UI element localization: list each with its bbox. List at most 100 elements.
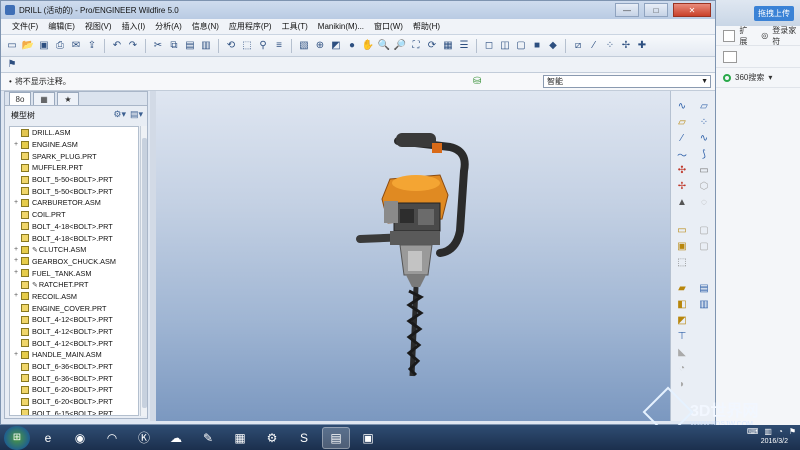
browser-row-360[interactable]: 360搜索 ▾ [715, 68, 800, 88]
layers-icon[interactable]: ☰ [457, 39, 471, 53]
tree-node[interactable]: + ✎ CLUTCH.ASM [10, 244, 138, 256]
tree-node[interactable]: + RECOIL.ASM [10, 291, 138, 303]
pattern-icon[interactable]: ⊤ [675, 329, 689, 343]
note-icon[interactable]: ▲ [675, 195, 689, 209]
skeleton-icon[interactable]: ⬚ [675, 255, 689, 269]
expand-icon[interactable]: + [12, 292, 20, 300]
360-browser-icon[interactable]: ◉ [66, 427, 94, 449]
tree-node[interactable]: BOLT_4-12<BOLT>.PRT [10, 337, 138, 349]
cosmetic-icon[interactable]: ⬡ [697, 179, 711, 193]
regenerate-icon[interactable]: ⟲ [224, 39, 238, 53]
tree-node[interactable]: BOLT_6-36<BOLT>.PRT [10, 361, 138, 373]
wifi-app-icon[interactable]: ◠ [98, 427, 126, 449]
plane-icon[interactable]: ▱ [675, 115, 689, 129]
redo-icon[interactable]: ↷ [126, 39, 140, 53]
refit-icon[interactable]: ⛶ [409, 39, 423, 53]
green-app-icon[interactable]: ▣ [354, 427, 382, 449]
tree-node[interactable]: BOLT_6-15<BOLT>.PRT [10, 408, 138, 415]
close-button[interactable]: ✕ [673, 3, 711, 17]
datum-plane-icon[interactable]: ▱ [697, 99, 711, 113]
ie-icon[interactable]: e [34, 427, 62, 449]
menu-view[interactable]: 视图(V) [80, 21, 117, 32]
saved-views-icon[interactable]: ▦ [441, 39, 455, 53]
menu-file[interactable]: 文件(F) [7, 21, 43, 32]
media-app-icon[interactable]: ▦ [226, 427, 254, 449]
hidden-line-icon[interactable]: ◫ [498, 39, 512, 53]
start-button[interactable]: ⊞ [4, 425, 30, 450]
tree-node[interactable]: + GEARBOX_CHUCK.ASM [10, 256, 138, 268]
menu-tools[interactable]: 工具(T) [277, 21, 313, 32]
find-icon[interactable]: ⚲ [256, 39, 270, 53]
paste-special-icon[interactable]: ▥ [199, 39, 213, 53]
tree-node[interactable]: DRILL.ASM [10, 127, 138, 139]
explorer-icon[interactable]: ▤ [322, 426, 350, 449]
email-icon[interactable]: ✉ [69, 39, 83, 53]
open-folder-icon[interactable]: 📂 [21, 39, 35, 53]
tree-node[interactable]: ENGINE_COVER.PRT [10, 302, 138, 314]
tree-node[interactable]: BOLT_6-20<BOLT>.PRT [10, 396, 138, 408]
expand-icon[interactable]: + [12, 141, 20, 149]
tree-node[interactable]: COIL.PRT [10, 209, 138, 221]
new-file-icon[interactable]: ▭ [5, 39, 19, 53]
upload-button[interactable]: 拖拽上传 [754, 5, 794, 21]
annotations-icon[interactable]: ✚ [635, 39, 649, 53]
send-icon[interactable]: ⇪ [85, 39, 99, 53]
drill-model[interactable] [150, 91, 670, 421]
menu-manikin[interactable]: Manikin(M)... [313, 22, 369, 31]
show-icon[interactable]: ▤▾ [130, 109, 143, 120]
draft-icon[interactable]: ▥ [697, 297, 711, 311]
undo-icon[interactable]: ↶ [110, 39, 124, 53]
tree-node[interactable]: BOLT_4-18<BOLT>.PRT [10, 232, 138, 244]
settings-icon[interactable]: ⚙▾ [113, 109, 126, 120]
expand-icon[interactable]: + [12, 257, 20, 265]
menu-analysis[interactable]: 分析(A) [150, 21, 187, 32]
datum-points-icon[interactable]: ⁘ [603, 39, 617, 53]
datum-planes-icon[interactable]: ⧄ [571, 39, 585, 53]
manikin-icon[interactable]: ⚑ [5, 58, 19, 72]
tree-node[interactable]: BOLT_4-18<BOLT>.PRT [10, 221, 138, 233]
tree-node[interactable]: + FUEL_TANK.ASM [10, 267, 138, 279]
proe-taskbar-icon[interactable]: ⚙ [258, 427, 286, 449]
tree-node[interactable]: BOLT_5-50<BOLT>.PRT [10, 185, 138, 197]
wireframe-icon[interactable]: ◻ [482, 39, 496, 53]
zoom-in-icon[interactable]: 🔍 [377, 39, 391, 53]
expand-icon[interactable]: + [12, 269, 20, 277]
expand-icon[interactable]: + [12, 199, 20, 207]
datum-axes-icon[interactable]: ⁄ [587, 39, 601, 53]
tree-node[interactable]: + ENGINE.ASM [10, 139, 138, 151]
scroll-thumb[interactable] [142, 138, 147, 408]
cut-icon[interactable]: ✂ [151, 39, 165, 53]
menu-window[interactable]: 窗口(W) [369, 21, 408, 32]
tree-node[interactable]: SPARK_PLUG.PRT [10, 150, 138, 162]
spin-center-icon[interactable]: ⊕ [313, 39, 327, 53]
cloud-app-icon[interactable]: ☁ [162, 427, 190, 449]
tab-favorites[interactable]: ★ [57, 92, 79, 105]
reorient-icon[interactable]: ⟳ [425, 39, 439, 53]
maximize-button[interactable]: □ [644, 3, 668, 17]
tree-node[interactable]: BOLT_4-12<BOLT>.PRT [10, 314, 138, 326]
relations-icon[interactable]: ≡ [272, 39, 286, 53]
tree-node[interactable]: + CARBURETOR.ASM [10, 197, 138, 209]
volume-icon[interactable]: ◔ [778, 427, 783, 436]
tree-scrollbar[interactable] [140, 126, 147, 416]
paste-icon[interactable]: ▤ [183, 39, 197, 53]
graphics-viewport[interactable] [150, 91, 670, 421]
curve-icon[interactable]: ∿ [697, 131, 711, 145]
shaded-icon[interactable]: ■ [530, 39, 544, 53]
tab-folder-browser[interactable]: ▦ [33, 92, 55, 105]
menu-info[interactable]: 信息(N) [187, 21, 224, 32]
expand-icon[interactable]: + [12, 351, 20, 359]
tree-node[interactable]: BOLT_4-12<BOLT>.PRT [10, 326, 138, 338]
no-hidden-icon[interactable]: ▢ [514, 39, 528, 53]
menu-help[interactable]: 帮助(H) [408, 21, 445, 32]
sketched-curve-icon[interactable]: 〜 [675, 147, 689, 162]
minimize-button[interactable]: — [615, 3, 639, 17]
callout-icon[interactable]: ▭ [697, 163, 711, 177]
viewport-splitter[interactable] [150, 91, 156, 421]
menu-applications[interactable]: 应用程序(P) [224, 21, 277, 32]
tree-node[interactable]: ✎ RATCHET.PRT [10, 279, 138, 291]
analysis-icon[interactable]: ⟆ [697, 147, 711, 161]
save-icon[interactable]: ▣ [37, 39, 51, 53]
menu-edit[interactable]: 编辑(E) [43, 21, 80, 32]
enhanced-realism-icon[interactable]: ◆ [546, 39, 560, 53]
